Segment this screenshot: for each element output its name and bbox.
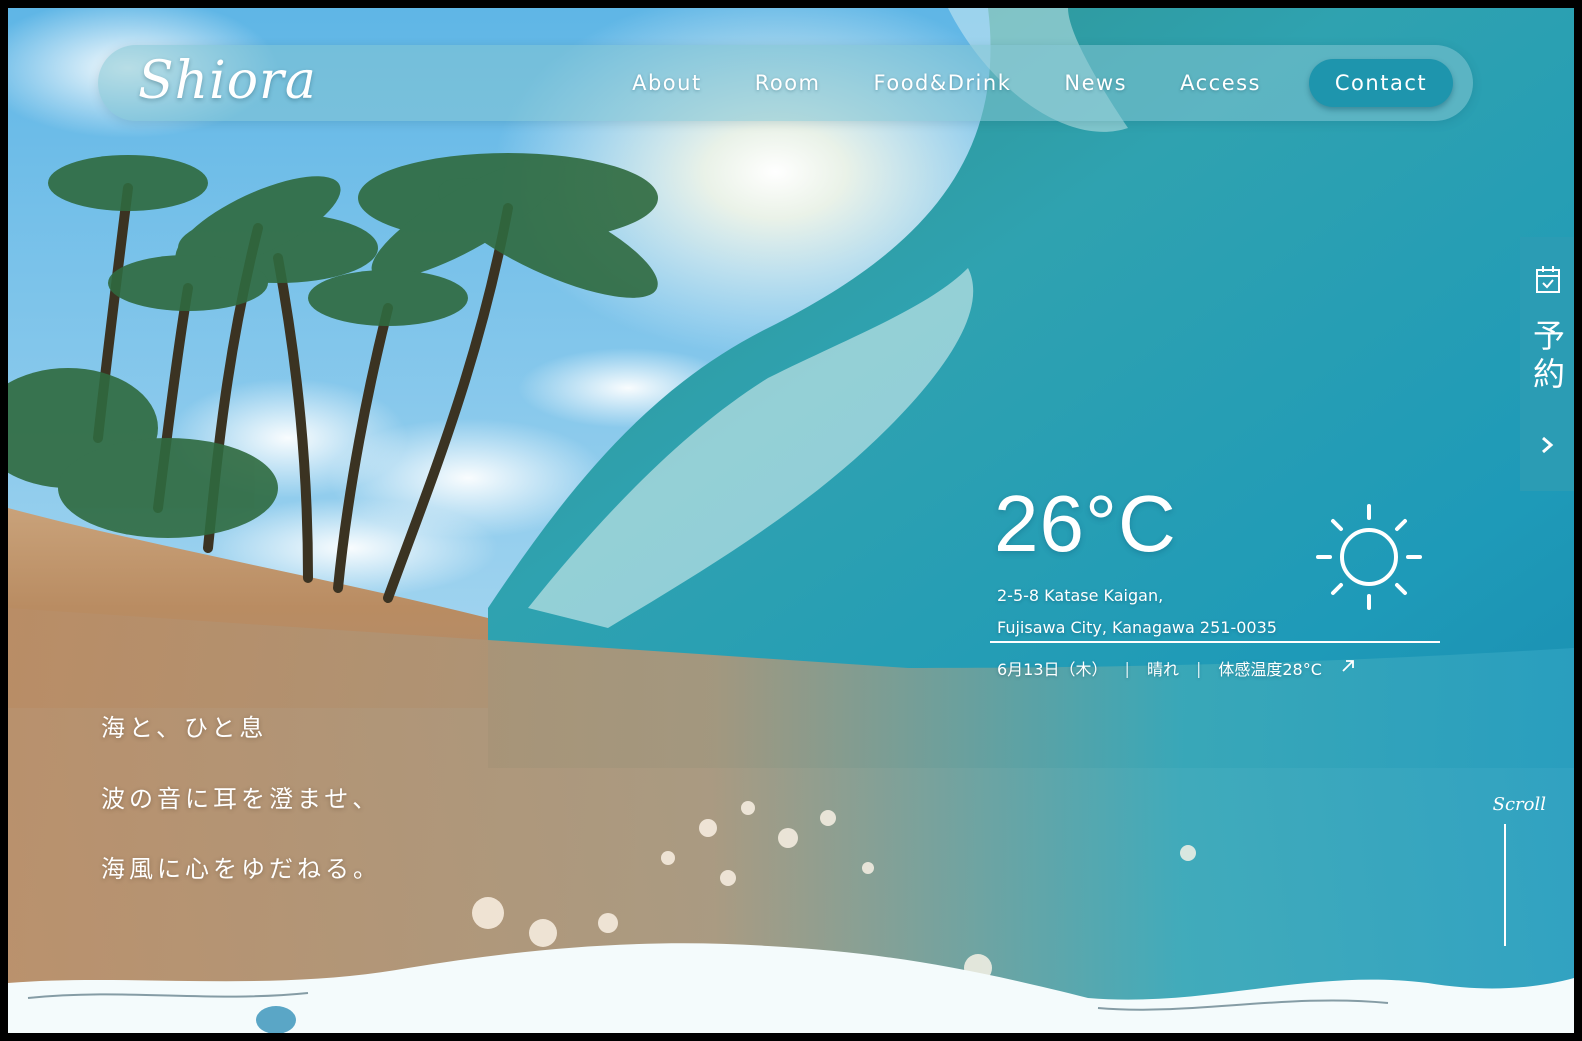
contact-button[interactable]: Contact (1309, 59, 1453, 107)
temperature-value: 26°C (994, 479, 1177, 568)
reserve-label: 予約 (1528, 319, 1566, 395)
weather-separator: | (1195, 658, 1202, 678)
sun-icon (1314, 502, 1424, 616)
hero-copy-line2: 波の音に耳を澄ませ、 (101, 785, 381, 813)
nav-links: About Room Food&Drink News Access (579, 45, 1261, 121)
scroll-label[interactable]: Scroll (1493, 794, 1546, 815)
weather-divider (990, 641, 1440, 643)
weather-condition: 晴れ (1146, 660, 1179, 679)
nav-item-food-drink[interactable]: Food&Drink (874, 71, 1012, 95)
weather-widget: 26°C 2-5-8 Katase Kaigan, Fujisawa City,… (990, 478, 1440, 688)
nav-item-room[interactable]: Room (755, 71, 821, 95)
brand-logo[interactable]: Shiora (138, 51, 317, 111)
weather-feels-like: 体感温度28°C (1218, 660, 1322, 679)
arrow-up-right-icon[interactable] (1340, 658, 1356, 678)
top-navigation-bar: Shiora About Room Food&Drink News Access… (98, 45, 1473, 121)
chevron-right-icon (1540, 435, 1554, 459)
nav-item-news[interactable]: News (1064, 71, 1127, 95)
calendar-check-icon (1535, 265, 1561, 299)
weather-address-line2: Fujisawa City, Kanagawa 251-0035 (997, 618, 1277, 637)
scroll-indicator-line (1504, 824, 1506, 946)
reserve-side-tab[interactable]: 予約 (1520, 237, 1574, 491)
page-frame: Shiora About Room Food&Drink News Access… (8, 8, 1574, 1033)
hero-copy-line3: 海風に心をゆだねる。 (101, 855, 381, 883)
nav-item-about[interactable]: About (632, 71, 702, 95)
weather-date: 6月13日（木） (997, 660, 1108, 679)
nav-item-access[interactable]: Access (1180, 71, 1261, 95)
weather-separator: | (1124, 658, 1130, 678)
weather-meta-row: 6月13日（木） | 晴れ | 体感温度28°C (997, 656, 1356, 680)
hero-copy-line1: 海と、ひと息 (101, 714, 268, 742)
weather-address-line1: 2-5-8 Katase Kaigan, (997, 586, 1164, 605)
